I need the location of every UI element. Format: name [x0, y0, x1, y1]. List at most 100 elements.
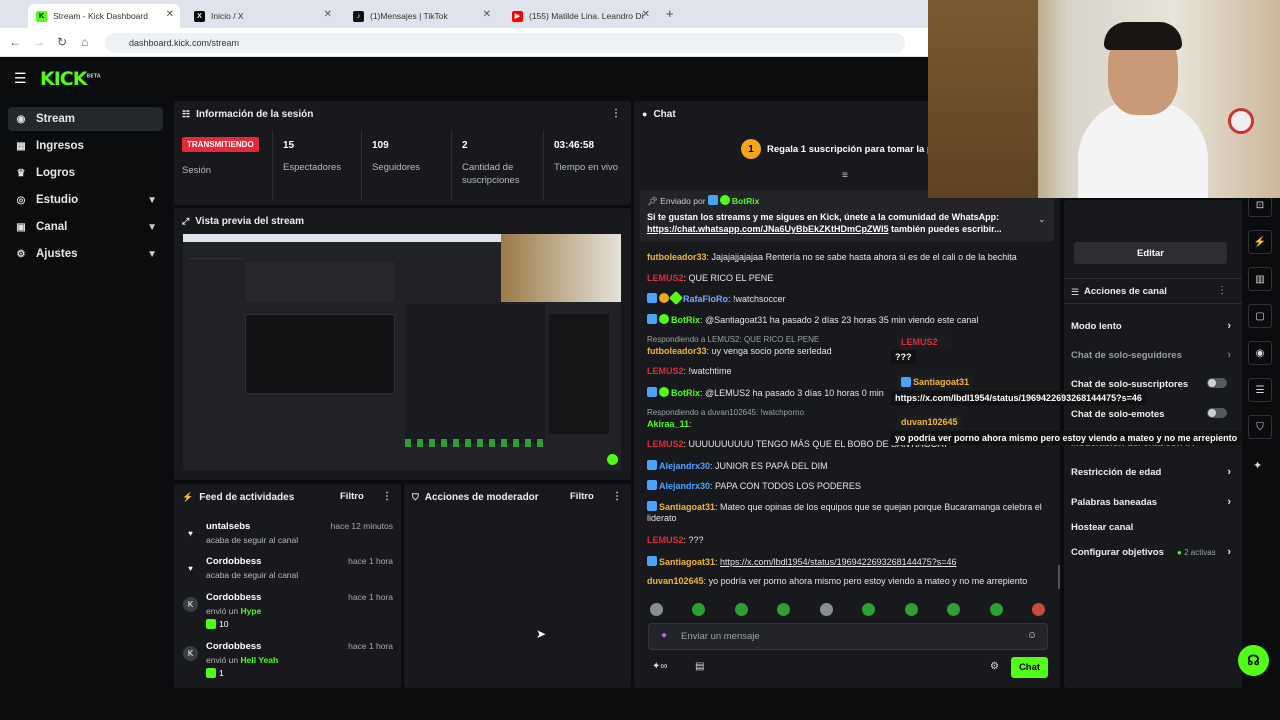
kick-coin-icon: K	[183, 646, 198, 661]
badge-icon	[647, 314, 657, 324]
emote-icon[interactable]	[905, 603, 918, 616]
feed-item: ♥ Cordobbess hace 1 hora acaba de seguir …	[183, 556, 393, 590]
browser-tab-1[interactable]: X Inicio / X ✕	[186, 4, 338, 28]
subscribers-only-toggle[interactable]	[1207, 378, 1227, 388]
close-icon[interactable]: ✕	[642, 9, 650, 20]
sidebar-item-stream[interactable]: ◉ Stream	[8, 107, 163, 131]
rail-shield-icon[interactable]: ⛉	[1248, 415, 1272, 439]
emote-icon[interactable]	[777, 603, 790, 616]
chat-input-field[interactable]: ● Enviar un mensaje ☺	[648, 623, 1048, 650]
chat-message: Akiraa_11:	[647, 419, 692, 429]
emote-icon[interactable]	[735, 603, 748, 616]
tiktok-favicon-icon: ♪	[353, 10, 364, 22]
followers-only-row[interactable]: Chat de solo-seguidores ›	[1071, 349, 1231, 361]
sidebar-item-canal[interactable]: ▣ Canal ▼	[8, 215, 163, 239]
configure-goals-row[interactable]: Configurar objetivos ● 2 activas ›	[1071, 546, 1231, 558]
rail-apps-icon[interactable]: ✦	[1253, 459, 1262, 472]
live-indicator-icon	[607, 454, 618, 465]
sidebar-item-logros[interactable]: ♛ Logros	[8, 161, 163, 185]
whatsapp-link[interactable]: https://chat.whatsapp.com/JNa6UyBbEkZKtH…	[647, 224, 889, 234]
hamburger-menu-icon[interactable]: ☰	[14, 70, 27, 87]
more-options-icon[interactable]: ⋮	[382, 491, 392, 502]
store-icon[interactable]: ▤	[695, 661, 704, 672]
host-channel-row[interactable]: Hostear canal	[1071, 522, 1231, 533]
emote-icon[interactable]	[862, 603, 875, 616]
reply-context: Respondiendo a duvan102645: !watchporno	[647, 408, 805, 417]
sidebar-item-ajustes[interactable]: ⚙ Ajustes ▼	[8, 242, 163, 266]
edit-button[interactable]: Editar	[1074, 242, 1227, 264]
more-options-icon[interactable]: ⋮	[1217, 285, 1227, 296]
close-icon[interactable]: ✕	[324, 9, 332, 20]
url-field[interactable]: dashboard.kick.com/stream	[105, 33, 905, 53]
support-headset-icon[interactable]: ☊	[1238, 645, 1269, 676]
microphone-icon[interactable]: ●	[661, 630, 667, 641]
emote-icon[interactable]	[820, 603, 833, 616]
sliders-icon: ☷	[182, 108, 191, 119]
home-icon[interactable]: ⌂	[81, 35, 88, 49]
stream-preview-video[interactable]	[183, 234, 621, 470]
gift-subscription-banner[interactable]: Regala 1 suscripción para tomar la pos	[767, 144, 944, 155]
rail-sliders-icon[interactable]: ☰	[1248, 378, 1272, 402]
forward-icon[interactable]: →	[33, 35, 45, 49]
send-chat-button[interactable]: Chat	[1011, 657, 1048, 678]
chat-scrollbar[interactable]	[1058, 565, 1060, 589]
emote-icon[interactable]	[947, 603, 960, 616]
chevron-right-icon: ›	[1227, 546, 1231, 558]
live-status-badge: TRANSMITIENDO	[182, 137, 259, 152]
kick-logo[interactable]: KICKBETA	[40, 68, 101, 90]
badge-icon	[647, 387, 657, 397]
feed-filter-button[interactable]: Filtro	[340, 491, 364, 502]
chat-link[interactable]: https://x.com/lbdl1954/status/1969422693…	[720, 557, 956, 567]
overlay-username: Santiagoat31	[897, 375, 974, 389]
banned-words-row[interactable]: Palabras baneadas ›	[1071, 496, 1231, 508]
emoji-picker-icon[interactable]: ☺	[1027, 630, 1037, 641]
browser-tab-2[interactable]: ♪ (1)Mensajes | TikTok ✕	[345, 4, 497, 28]
rail-chat-icon[interactable]: ▢	[1248, 304, 1272, 328]
close-icon[interactable]: ✕	[166, 9, 174, 20]
verified-icon	[659, 387, 669, 397]
browser-tab-3[interactable]: ▶ (155) Matilde Lina. Leandro Dia ✕	[504, 4, 656, 28]
age-restriction-row[interactable]: Restricción de edad ›	[1071, 466, 1231, 478]
subscribers-only-row[interactable]: Chat de solo-suscriptores	[1071, 378, 1231, 390]
chevron-down-icon: ▼	[147, 221, 157, 233]
sidebar-item-estudio[interactable]: ◎ Estudio ▼	[8, 188, 163, 212]
badge-icon	[647, 556, 657, 566]
stat-viewers: 15 Espectadores	[272, 130, 362, 200]
reload-icon[interactable]: ↻	[57, 35, 67, 49]
circle-dot-icon: ◉	[16, 113, 26, 125]
emote-icon[interactable]	[692, 603, 705, 616]
overlay-message: https://x.com/lbdl1954/status/1969422693…	[891, 391, 1146, 405]
chat-message: LEMUS2: ???	[647, 535, 704, 545]
chevron-right-icon: ›	[1227, 496, 1231, 508]
new-tab-icon[interactable]: +	[666, 6, 674, 21]
stat-followers: 109 Seguidores	[362, 130, 452, 200]
emotes-only-toggle[interactable]	[1207, 408, 1227, 418]
panel-header: ☷ Información de la sesión	[182, 108, 314, 120]
kicks-infinity-icon[interactable]: ✦∞	[652, 661, 668, 672]
sidebar-item-ingresos[interactable]: ▦ Ingresos	[8, 134, 163, 158]
rail-bolt-icon[interactable]: ⚡	[1248, 230, 1272, 254]
browser-tab-0[interactable]: K Stream - Kick Dashboard ✕	[28, 4, 180, 28]
emote-icon[interactable]	[1032, 603, 1045, 616]
close-icon[interactable]: ✕	[483, 9, 491, 20]
slow-mode-row[interactable]: Modo lento ›	[1071, 320, 1231, 332]
mouse-cursor: ➤	[536, 627, 547, 641]
chevron-down-icon[interactable]: ⌄	[1038, 214, 1046, 225]
more-options-icon[interactable]: ⋮	[612, 491, 622, 502]
moderator-filter-button[interactable]: Filtro	[570, 491, 594, 502]
chat-settings-gear-icon[interactable]: ⚙	[990, 661, 999, 672]
kick-favicon-icon: K	[36, 10, 47, 22]
chat-message: Santiagoat31: https://x.com/lbdl1954/sta…	[647, 556, 1047, 568]
emotes-only-row[interactable]: Chat de solo-emotes	[1071, 408, 1231, 420]
back-icon[interactable]: ←	[9, 35, 21, 49]
more-options-icon[interactable]: ⋮	[611, 108, 621, 119]
rail-broadcast-icon[interactable]: ◉	[1248, 341, 1272, 365]
tab-title: Stream - Kick Dashboard	[53, 11, 148, 21]
emote-icon[interactable]	[650, 603, 663, 616]
emote-icon[interactable]	[990, 603, 1003, 616]
target-icon: ◎	[16, 194, 26, 206]
overlay-message: ???	[891, 350, 916, 364]
rail-document-icon[interactable]: ▥	[1248, 267, 1272, 291]
collapse-icon[interactable]: ≡	[842, 170, 848, 181]
chat-message: Alejandrx30: PAPA CON TODOS LOS PODERES	[647, 480, 1047, 492]
